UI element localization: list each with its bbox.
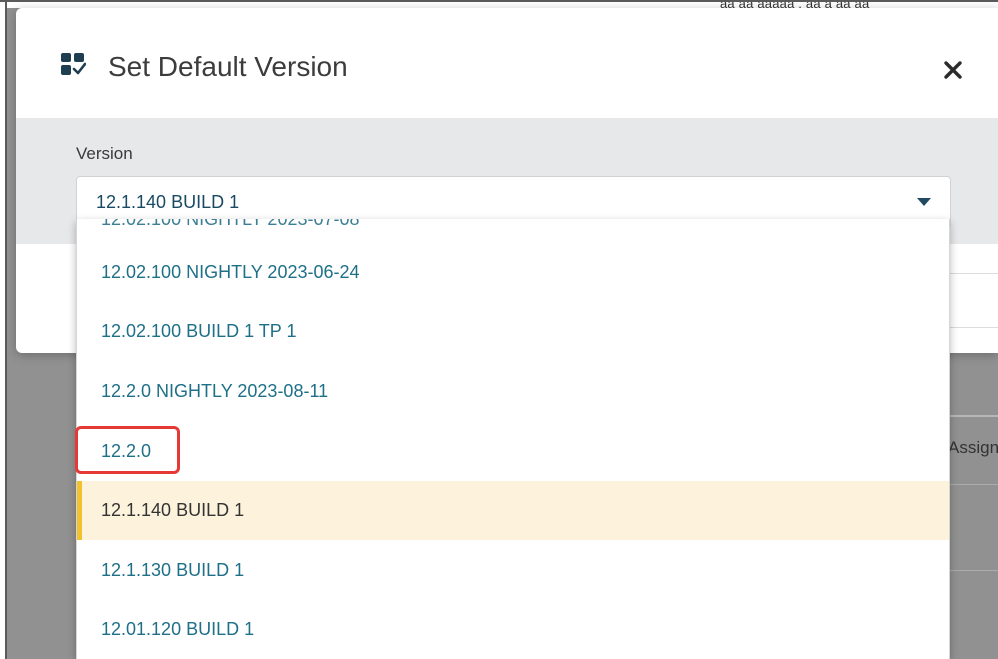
dropdown-option[interactable]: 12.01.120 BUILD 1 [77,600,949,659]
dropdown-option-selected[interactable]: 12.1.140 BUILD 1 [77,481,949,540]
background-column-header: Assign [948,438,998,457]
dialog-title: Set Default Version [108,51,348,82]
dropdown-option[interactable]: 12.02.100 NIGHTLY 2023-06-24 [77,243,949,302]
version-select-value: 12.1.140 BUILD 1 [96,192,240,212]
dropdown-option[interactable]: 12.02.100 BUILD 1 TP 1 [77,302,949,361]
background-divider [948,484,998,485]
caret-down-icon[interactable] [917,198,931,206]
dropdown-option[interactable]: 12.2.0 NIGHTLY 2023-08-11 [77,362,949,421]
annotation-highlight-box [75,426,180,474]
dialog-header: Set Default Version [16,8,998,118]
version-dropdown-list[interactable]: 12.02.100 NIGHTLY 2023-07-08 12.02.100 N… [76,219,950,659]
dashboard-check-icon [60,52,87,78]
dropdown-option-highlighted[interactable]: 12.2.0 [77,422,949,481]
dropdown-option[interactable]: 12.1.130 BUILD 1 [77,541,949,600]
background-divider [948,570,998,571]
version-field-label: Version [76,144,133,163]
close-icon [943,60,963,85]
close-button[interactable] [933,52,973,92]
